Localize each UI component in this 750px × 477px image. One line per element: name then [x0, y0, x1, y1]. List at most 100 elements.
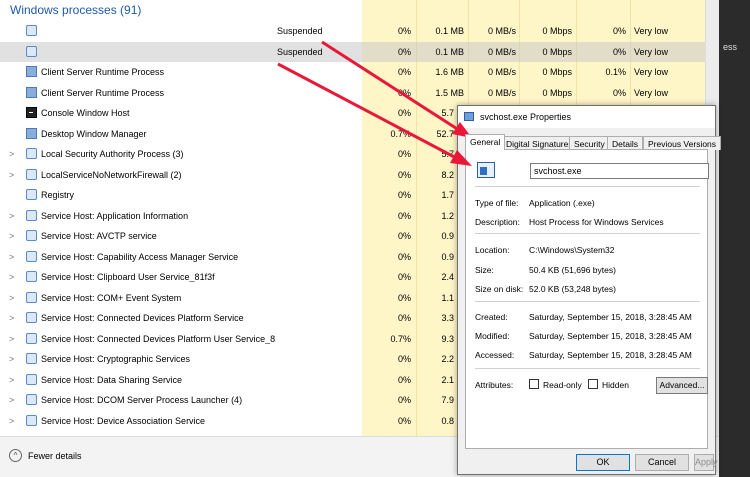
cpu-cell: 0.7% — [390, 128, 411, 139]
location-label: Location: — [475, 245, 510, 255]
process-name: Service Host: Connected Devices Platform… — [41, 333, 276, 344]
dialog-titlebar[interactable]: svchost.exe Properties — [458, 106, 715, 128]
process-icon — [26, 230, 37, 241]
expand-chevron-icon[interactable]: > — [9, 395, 14, 405]
tab-previous-versions[interactable]: Previous Versions — [643, 136, 722, 150]
cpu-cell: 0% — [397, 67, 411, 77]
memory-cell: 0.1 MB — [435, 26, 464, 36]
read-only-checkbox[interactable] — [529, 379, 539, 389]
description-label: Description: — [475, 217, 520, 227]
process-icon — [26, 353, 37, 364]
process-name: Service Host: Cryptographic Services — [41, 354, 191, 364]
process-status: Suspended — [277, 26, 323, 36]
size-on-disk-label: Size on disk: — [475, 284, 524, 294]
cpu-cell: 0% — [397, 374, 411, 385]
cpu-cell: 0% — [397, 251, 411, 262]
gpu-cell: 0% — [612, 87, 626, 98]
process-icon — [26, 107, 37, 118]
process-icon — [26, 332, 37, 344]
process-name: Console Window Host — [41, 108, 130, 118]
created-label: Created: — [475, 312, 508, 322]
process-icon — [26, 189, 37, 200]
accessed-label: Accessed: — [475, 350, 515, 360]
process-name: Service Host: Device Association Service — [41, 415, 206, 426]
dialog-title: svchost.exe Properties — [480, 112, 572, 122]
expand-chevron-icon[interactable]: > — [9, 170, 14, 180]
expand-chevron-icon[interactable]: > — [9, 334, 14, 344]
process-icon — [26, 25, 37, 36]
power-usage-cell: Very low — [634, 67, 669, 77]
expand-chevron-icon[interactable]: > — [9, 375, 14, 385]
process-row[interactable]: Client Server Runtime Process 0% 1.5 MB 0 M… — [0, 83, 705, 103]
network-cell: 0 Mbps — [542, 67, 572, 77]
expand-chevron-icon[interactable]: > — [9, 416, 14, 426]
created-value: Saturday, September 15, 2018, 3:28:45 AM — [529, 312, 692, 322]
process-name: Client Server Runtime Process — [41, 67, 165, 77]
size-label: Size: — [475, 265, 494, 275]
process-icon — [26, 168, 37, 180]
hidden-checkbox[interactable] — [588, 379, 598, 389]
divider — [475, 233, 700, 234]
disk-cell: 0 MB/s — [487, 26, 516, 36]
modified-label: Modified: — [475, 331, 510, 341]
cpu-cell: 0% — [397, 292, 411, 303]
tab-digital-signatures[interactable]: Digital Signatures — [501, 136, 578, 150]
tab-security[interactable]: Security — [569, 136, 610, 150]
cpu-cell: 0.7% — [390, 333, 411, 344]
process-icon — [26, 250, 37, 262]
cancel-button[interactable]: Cancel — [635, 454, 689, 471]
cpu-cell: 0% — [397, 313, 411, 323]
process-name: Client Server Runtime Process — [41, 87, 165, 98]
properties-dialog: svchost.exe Properties General Digital S… — [457, 105, 722, 475]
disk-cell: 0 MB/s — [487, 67, 516, 77]
divider — [475, 301, 700, 302]
process-row[interactable]: Suspended 0% 0.1 MB 0 MB/s 0 Mbps 0% Very low — [0, 21, 705, 41]
expand-chevron-icon[interactable]: > — [9, 354, 14, 364]
network-cell: 0 Mbps — [542, 46, 572, 57]
process-icon — [26, 312, 37, 323]
cpu-cell: 0% — [397, 149, 411, 159]
cpu-cell: 0% — [397, 210, 411, 221]
modified-value: Saturday, September 15, 2018, 3:28:45 AM — [529, 331, 692, 341]
memory-cell: 1.5 MB — [435, 87, 464, 98]
process-name: LocalServiceNoNetworkFirewall (2) — [41, 169, 182, 180]
cpu-cell: 0% — [397, 354, 411, 364]
process-row[interactable]: Suspended 0% 0.1 MB 0 MB/s 0 Mbps 0% Very low — [0, 41, 705, 62]
apply-button[interactable]: Apply — [694, 454, 718, 471]
expand-chevron-icon[interactable]: > — [9, 149, 14, 159]
network-cell: 0 Mbps — [542, 26, 572, 36]
description-value: Host Process for Windows Services — [529, 217, 664, 227]
process-name: Service Host: Capability Access Manager … — [41, 251, 239, 262]
expand-chevron-icon[interactable]: > — [9, 231, 14, 241]
filename-field[interactable]: svchost.exe — [530, 163, 709, 179]
cpu-cell: 0% — [397, 190, 411, 200]
expand-chevron-icon[interactable]: > — [9, 313, 14, 323]
cpu-cell: 0% — [397, 46, 411, 57]
gpu-cell: 0% — [612, 26, 626, 36]
process-icon — [26, 66, 37, 77]
power-usage-cell: Very low — [634, 87, 669, 98]
size-on-disk-value: 52.0 KB (53,248 bytes) — [529, 284, 616, 294]
expand-chevron-icon[interactable]: > — [9, 272, 14, 282]
expand-chevron-icon[interactable]: > — [9, 252, 14, 262]
expand-chevron-icon[interactable]: > — [9, 211, 14, 221]
process-icon — [26, 86, 37, 98]
ok-button[interactable]: OK — [576, 454, 630, 471]
tab-general[interactable]: General — [465, 134, 506, 150]
fewer-details-button[interactable]: Fewer details — [28, 451, 82, 461]
process-name: Service Host: Application Information — [41, 210, 189, 221]
chevron-up-icon[interactable]: ^ — [9, 449, 22, 462]
process-icon — [26, 414, 37, 426]
read-only-label: Read-only — [543, 380, 582, 390]
tab-details[interactable]: Details — [607, 136, 643, 150]
power-usage-cell: Very low — [634, 26, 669, 36]
process-name: Service Host: Connected Devices Platform… — [41, 313, 244, 323]
expand-chevron-icon[interactable]: > — [9, 293, 14, 303]
attributes-label: Attributes: — [475, 380, 514, 390]
cpu-cell: 0% — [397, 108, 411, 118]
advanced-button[interactable]: Advanced... — [656, 377, 708, 394]
process-name: Service Host: Data Sharing Service — [41, 374, 183, 385]
process-name: Service Host: AVCTP service — [41, 231, 157, 241]
process-row[interactable]: Client Server Runtime Process 0% 1.6 MB 0 M… — [0, 62, 705, 82]
type-value: Application (.exe) — [529, 198, 595, 208]
